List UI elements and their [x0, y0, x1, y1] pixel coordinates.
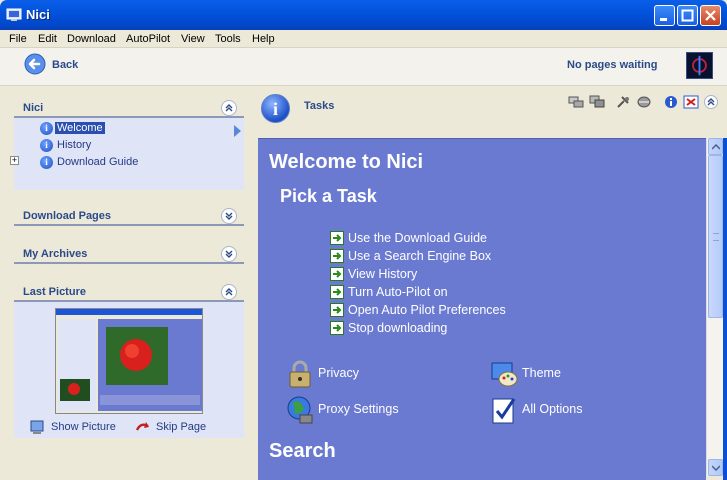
arrow-up-icon	[712, 144, 720, 150]
main-content: Welcome to Nici Pick a Task Use the Down…	[258, 138, 706, 480]
tasks-header: i Tasks	[258, 86, 727, 138]
globe-icon	[287, 396, 313, 424]
close-icon	[705, 10, 716, 21]
back-arrow-icon[interactable]	[24, 53, 46, 75]
menu-tools[interactable]: Tools	[215, 33, 241, 45]
task-label: Turn Auto-Pilot on	[348, 285, 448, 299]
nici-panel-body: i Welcome i History i Download Guide	[14, 118, 244, 190]
task-label: Open Auto Pilot Preferences	[348, 303, 506, 317]
title-bar[interactable]: Nici	[0, 0, 727, 30]
info-icon: i	[40, 139, 53, 152]
toolbar: Back No pages waiting	[0, 48, 727, 86]
green-arrow-icon	[330, 249, 344, 263]
sidebar-item-label: Welcome	[55, 122, 105, 134]
skip-page-link[interactable]: Skip Page	[156, 421, 206, 433]
lock-icon	[289, 360, 311, 388]
panel-header-my-archives[interactable]: My Archives	[14, 242, 244, 264]
panel-title: Download Pages	[23, 210, 112, 222]
tree-expand-icon[interactable]: +	[10, 156, 19, 165]
theme-icon	[491, 362, 518, 387]
info-icon: i	[40, 122, 53, 135]
vertical-scrollbar[interactable]	[706, 138, 723, 476]
tasks-title: Tasks	[304, 100, 335, 112]
maximize-icon	[681, 9, 694, 22]
menu-autopilot[interactable]: AutoPilot	[126, 33, 170, 45]
menu-download[interactable]: Download	[67, 33, 116, 45]
sidebar-item-label: Download Guide	[57, 156, 139, 168]
left-pane: Nici i Welcome i History i Download Guid…	[0, 86, 258, 480]
maximize-button[interactable]	[677, 5, 698, 26]
app-icon	[6, 8, 22, 21]
computers-icon[interactable]	[589, 95, 605, 109]
task-label: View History	[348, 267, 418, 281]
task-label: Use a Search Engine Box	[348, 249, 492, 263]
minimize-icon	[660, 18, 667, 21]
nici-logo-icon	[686, 52, 713, 79]
option-label: Proxy Settings	[318, 402, 399, 416]
scroll-thumb[interactable]	[708, 155, 723, 318]
screenshot-thumbnail-image	[56, 309, 202, 413]
last-picture-thumbnail[interactable]	[55, 308, 203, 414]
panel-title: Nici	[23, 102, 44, 114]
menu-file[interactable]: File	[9, 33, 27, 45]
fullscreen-icon[interactable]	[683, 95, 699, 109]
task-label: Use the Download Guide	[348, 231, 487, 245]
scroll-grip	[713, 233, 719, 241]
pages-waiting-status: No pages waiting	[567, 59, 658, 71]
arrow-down-icon	[712, 465, 720, 471]
green-arrow-icon	[330, 321, 344, 335]
scroll-up-button[interactable]	[708, 138, 723, 155]
expand-chevron-icon[interactable]	[221, 208, 237, 224]
skip-arrow-icon	[135, 422, 149, 431]
pick-task-heading: Pick a Task	[280, 186, 377, 206]
back-button[interactable]: Back	[52, 59, 78, 71]
menu-edit[interactable]: Edit	[38, 33, 57, 45]
info-icon: i	[261, 94, 290, 123]
menu-help[interactable]: Help	[252, 33, 275, 45]
green-arrow-icon	[330, 285, 344, 299]
menu-view[interactable]: View	[181, 33, 205, 45]
collapse-chevron-icon[interactable]	[221, 284, 237, 300]
green-arrow-icon	[330, 267, 344, 281]
option-label: All Options	[522, 402, 583, 416]
panel-header-download-pages[interactable]: Download Pages	[14, 204, 244, 226]
panel-header-last-picture[interactable]: Last Picture	[14, 280, 244, 302]
panel-title: My Archives	[23, 248, 88, 260]
sidebar-item-label: History	[57, 139, 92, 151]
panel-header-nici[interactable]: Nici	[14, 96, 244, 118]
green-arrow-icon	[330, 303, 344, 317]
collapse-chevron-icon[interactable]	[221, 100, 237, 116]
checklist-icon	[492, 398, 516, 424]
info-icon: i	[40, 156, 53, 169]
network-icon[interactable]	[568, 95, 584, 109]
play-arrow-icon	[234, 125, 241, 137]
expand-chevron-icon[interactable]	[221, 246, 237, 262]
scroll-down-button[interactable]	[708, 459, 723, 476]
task-label: Stop downloading	[348, 321, 448, 335]
menu-bar: File Edit Download AutoPilot View Tools …	[0, 30, 727, 48]
collapse-chevron-icon[interactable]	[704, 95, 718, 109]
show-picture-icon	[30, 420, 44, 434]
green-arrow-icon	[330, 231, 344, 245]
satellite-icon[interactable]	[616, 95, 632, 109]
search-heading: Search	[269, 440, 336, 462]
close-button[interactable]	[700, 5, 721, 26]
option-label: Theme	[522, 366, 561, 380]
show-picture-link[interactable]: Show Picture	[51, 421, 116, 433]
option-label: Privacy	[318, 366, 359, 380]
connection-icon[interactable]	[636, 95, 652, 109]
panel-title: Last Picture	[23, 286, 86, 298]
window-title: Nici	[26, 7, 50, 22]
minimize-button[interactable]	[654, 5, 675, 26]
info-small-icon[interactable]	[663, 95, 679, 109]
welcome-heading: Welcome to Nici	[269, 151, 424, 173]
